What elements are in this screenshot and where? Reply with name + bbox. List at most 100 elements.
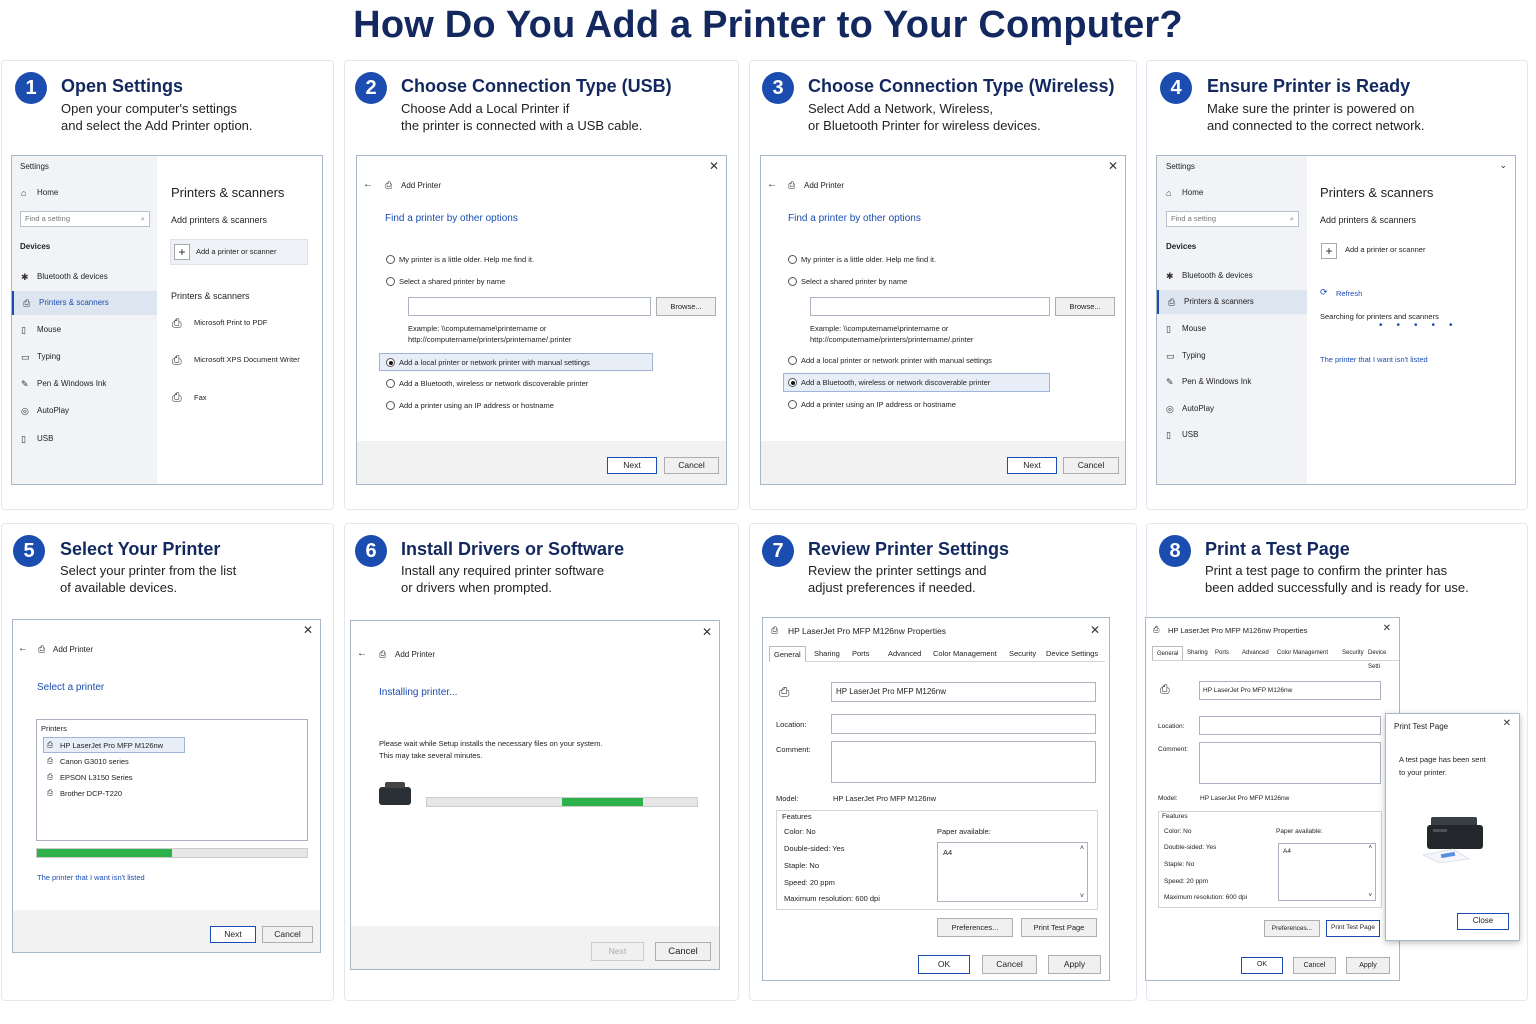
nav-usb[interactable]: ▯ USB bbox=[12, 427, 157, 451]
not-listed-link[interactable]: The printer that I want isn't listed bbox=[37, 873, 145, 882]
print-test-page-button[interactable]: Print Test Page bbox=[1326, 920, 1380, 937]
print-test-page-button[interactable]: Print Test Page bbox=[1021, 918, 1097, 937]
shared-name-input[interactable] bbox=[408, 297, 651, 316]
printer-item[interactable]: Microsoft Print to PDF bbox=[194, 318, 267, 327]
add-printer-button[interactable]: + Add a printer or scanner bbox=[170, 239, 308, 265]
radio-bluetooth[interactable] bbox=[788, 378, 797, 387]
back-arrow-icon[interactable]: ← bbox=[18, 643, 28, 654]
close-icon[interactable]: ✕ bbox=[1108, 159, 1118, 173]
scroll-up-icon[interactable]: ˄ bbox=[1080, 845, 1084, 852]
scroll-up-icon[interactable]: ˄ bbox=[1368, 845, 1372, 851]
radio-older[interactable] bbox=[788, 255, 797, 264]
tab-general[interactable]: General bbox=[769, 646, 806, 662]
printer-name-field[interactable]: HP LaserJet Pro MFP M126nw bbox=[831, 682, 1096, 702]
back-arrow-icon[interactable]: ← bbox=[767, 179, 777, 190]
close-icon[interactable]: ✕ bbox=[1503, 718, 1511, 729]
close-button[interactable]: Close bbox=[1457, 913, 1509, 930]
search-input[interactable]: Find a setting ⌕ bbox=[20, 211, 150, 227]
tab-color-management[interactable]: Color Management bbox=[929, 646, 1001, 662]
refresh-link[interactable]: Refresh bbox=[1336, 289, 1362, 298]
radio-ip[interactable] bbox=[386, 401, 395, 410]
tab-ports[interactable]: Ports bbox=[1211, 646, 1233, 660]
nav-printers[interactable]: ⎙ Printers & scanners bbox=[12, 291, 157, 315]
cancel-button[interactable]: Cancel bbox=[982, 955, 1037, 974]
nav-pen[interactable]: ✎ Pen & Windows Ink bbox=[12, 372, 157, 396]
plus-icon[interactable]: + bbox=[1321, 243, 1337, 259]
browse-button[interactable]: Browse... bbox=[656, 297, 716, 316]
nav-printers[interactable]: ⎙ Printers & scanners bbox=[1157, 290, 1307, 314]
tab-general[interactable]: General bbox=[1152, 646, 1184, 660]
apply-button[interactable]: Apply bbox=[1048, 955, 1101, 974]
printer-item[interactable]: Canon G3010 series bbox=[60, 757, 129, 766]
tab-advanced[interactable]: Advanced bbox=[1238, 646, 1273, 660]
cancel-button[interactable]: Cancel bbox=[262, 926, 313, 943]
preferences-button[interactable]: Preferences... bbox=[1264, 920, 1320, 937]
apply-button[interactable]: Apply bbox=[1346, 957, 1390, 974]
close-icon[interactable]: ✕ bbox=[709, 159, 719, 173]
back-arrow-icon[interactable]: ← bbox=[357, 648, 367, 659]
printer-item[interactable]: Brother DCP-T220 bbox=[60, 789, 122, 798]
close-icon[interactable]: ✕ bbox=[1090, 623, 1100, 637]
cancel-button[interactable]: Cancel bbox=[1293, 957, 1336, 974]
shared-name-input[interactable] bbox=[810, 297, 1050, 316]
scroll-down-icon[interactable]: ˅ bbox=[1080, 893, 1084, 900]
nav-autoplay[interactable]: ◎ AutoPlay bbox=[12, 399, 157, 423]
ok-button[interactable]: OK bbox=[1241, 957, 1283, 974]
nav-home[interactable]: ⌂ Home bbox=[1157, 181, 1302, 205]
nav-bluetooth[interactable]: ✱ Bluetooth & devices bbox=[1157, 264, 1307, 288]
tab-security[interactable]: Security bbox=[1005, 646, 1040, 662]
nav-mouse[interactable]: ▯ Mouse bbox=[1157, 317, 1307, 341]
back-arrow-icon[interactable]: ← bbox=[363, 179, 373, 190]
nav-home[interactable]: ⌂ Home bbox=[12, 181, 157, 205]
location-field[interactable] bbox=[1199, 716, 1381, 735]
paper-list[interactable]: A4 ˄ ˅ bbox=[937, 842, 1088, 902]
next-button[interactable]: Next bbox=[210, 926, 256, 943]
tab-advanced[interactable]: Advanced bbox=[884, 646, 925, 662]
tab-color-management[interactable]: Color Management bbox=[1273, 646, 1332, 660]
comment-field[interactable] bbox=[831, 741, 1096, 783]
nav-typing[interactable]: ▭ Typing bbox=[1157, 344, 1307, 368]
nav-typing[interactable]: ▭ Typing bbox=[12, 345, 157, 369]
cancel-button[interactable]: Cancel bbox=[1063, 457, 1119, 474]
tab-device-settings[interactable]: Device Setti bbox=[1364, 646, 1399, 670]
ok-button[interactable]: OK bbox=[918, 955, 970, 974]
radio-shared[interactable] bbox=[788, 277, 797, 286]
next-button[interactable]: Next bbox=[591, 942, 644, 961]
printer-item[interactable]: Microsoft XPS Document Writer bbox=[194, 355, 300, 364]
close-icon[interactable]: ✕ bbox=[702, 625, 712, 639]
tab-ports[interactable]: Ports bbox=[848, 646, 874, 662]
printer-item[interactable]: EPSON L3150 Series bbox=[60, 773, 133, 782]
cancel-button[interactable]: Cancel bbox=[664, 457, 719, 474]
radio-local[interactable] bbox=[788, 356, 797, 365]
scroll-down-icon[interactable]: ˅ bbox=[1368, 893, 1372, 899]
printer-item[interactable]: HP LaserJet Pro MFP M126nw bbox=[60, 741, 163, 750]
close-icon[interactable]: ✕ bbox=[1383, 623, 1391, 634]
nav-pen[interactable]: ✎ Pen & Windows Ink bbox=[1157, 370, 1307, 394]
add-printer-label[interactable]: Add a printer or scanner bbox=[1345, 245, 1425, 254]
browse-button[interactable]: Browse... bbox=[1055, 297, 1115, 316]
printer-name-field[interactable]: HP LaserJet Pro MFP M126nw bbox=[1199, 681, 1381, 700]
search-input[interactable]: Find a setting ⌕ bbox=[1166, 211, 1299, 227]
printer-item[interactable]: Fax bbox=[194, 393, 207, 402]
tab-device-settings[interactable]: Device Settings bbox=[1042, 646, 1102, 662]
close-icon[interactable]: ✕ bbox=[303, 623, 313, 637]
next-button[interactable]: Next bbox=[1007, 457, 1057, 474]
not-listed-link[interactable]: The printer that I want isn't listed bbox=[1320, 355, 1428, 364]
nav-bluetooth[interactable]: ✱ Bluetooth & devices bbox=[12, 265, 157, 289]
radio-shared[interactable] bbox=[386, 277, 395, 286]
paper-list[interactable]: A4 ˄ ˅ bbox=[1278, 843, 1376, 901]
tab-sharing[interactable]: Sharing bbox=[1183, 646, 1212, 660]
tab-sharing[interactable]: Sharing bbox=[810, 646, 844, 662]
chevron-down-icon[interactable]: ⌄ bbox=[1499, 160, 1507, 171]
preferences-button[interactable]: Preferences... bbox=[937, 918, 1013, 937]
radio-local[interactable] bbox=[386, 358, 395, 367]
cancel-button[interactable]: Cancel bbox=[655, 942, 711, 961]
radio-older[interactable] bbox=[386, 255, 395, 264]
nav-autoplay[interactable]: ◎ AutoPlay bbox=[1157, 397, 1307, 421]
next-button[interactable]: Next bbox=[607, 457, 657, 474]
comment-field[interactable] bbox=[1199, 742, 1381, 784]
location-field[interactable] bbox=[831, 714, 1096, 734]
nav-usb[interactable]: ▯ USB bbox=[1157, 423, 1307, 447]
radio-bluetooth[interactable] bbox=[386, 379, 395, 388]
radio-ip[interactable] bbox=[788, 400, 797, 409]
